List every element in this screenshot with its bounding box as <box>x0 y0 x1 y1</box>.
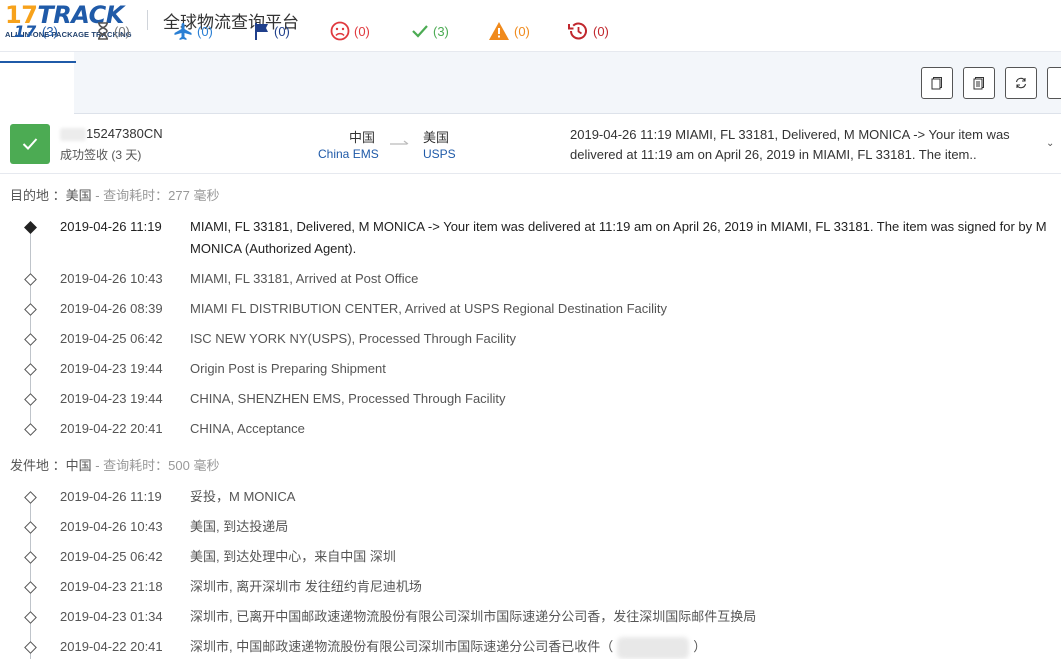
latest-event: 2019-04-26 11:19 MIAMI, FL 33181, Delive… <box>570 127 1010 162</box>
tab-pending-count: (0) <box>114 23 130 39</box>
event-description: 深圳市, 中国邮政速递物流股份有限公司深圳市国际速递分公司香已收件（ ） <box>190 636 1056 659</box>
event-description: MIAMI FL DISTRIBUTION CENTER, Arrived at… <box>190 301 668 316</box>
timeline-dot <box>24 423 37 436</box>
refresh-icon <box>1015 77 1027 89</box>
expand-chevron-icon[interactable]: ⌄ <box>1046 138 1054 149</box>
delivery-status-text: 成功签收 (3 天) <box>60 148 142 162</box>
tracking-number-suffix: 15247380CN <box>86 126 163 141</box>
event-time: 2019-04-25 06:42 <box>60 331 163 346</box>
sad-face-icon <box>330 21 350 41</box>
flag-icon <box>255 23 268 40</box>
origin-country: 中国 <box>349 130 376 145</box>
event-time: 2019-04-23 19:44 <box>60 361 163 376</box>
event-time: 2019-04-23 01:34 <box>60 609 163 624</box>
tab-delivered-count: (3) <box>433 23 449 39</box>
tab-undelivered-count: (0) <box>354 23 370 39</box>
timeline-dot <box>24 551 37 564</box>
status-tab-bar <box>0 52 1061 114</box>
event-description: ISC NEW YORK NY(USPS), Processed Through… <box>190 331 517 346</box>
hourglass-icon <box>98 22 108 40</box>
timeline-dot <box>24 641 37 654</box>
svg-text:17: 17 <box>14 22 37 40</box>
event-description: Origin Post is Preparing Shipment <box>190 361 386 376</box>
destination-carrier-link[interactable]: USPS <box>423 147 456 161</box>
tab-all[interactable]: 17 (3) <box>0 0 76 63</box>
event-time: 2019-04-23 19:44 <box>60 391 163 406</box>
timeline-dot <box>24 363 37 376</box>
event-description-prefix: 深圳市, 中国邮政速递物流股份有限公司深圳市国际速递分公司香已收件（ <box>190 639 614 654</box>
timeline-dot <box>24 491 37 504</box>
event-description: 美国, 到达投递局 <box>190 519 289 534</box>
tab-expired-count: (0) <box>593 23 609 39</box>
redacted-recipient <box>617 636 690 659</box>
event-time: 2019-04-26 11:19 <box>60 219 162 234</box>
refresh-button[interactable] <box>1005 67 1037 99</box>
warning-icon <box>489 22 509 40</box>
tracking-number[interactable]: 15247380CN <box>60 126 163 142</box>
tab-undelivered[interactable]: (0) <box>330 0 370 62</box>
event-time: 2019-04-26 11:19 <box>60 489 162 504</box>
event-description-suffix: ） <box>693 639 707 654</box>
copy-all-button[interactable] <box>963 67 995 99</box>
airplane-icon <box>174 23 192 40</box>
event-description: 深圳市, 已离开中国邮政速递物流股份有限公司深圳市国际速递分公司香，发往深圳国际… <box>190 609 757 624</box>
tab-pickup[interactable]: (0) <box>254 0 290 62</box>
event-time: 2019-04-22 20:41 <box>60 421 163 436</box>
timeline-dot <box>24 581 37 594</box>
tab-pickup-count: (0) <box>274 23 290 39</box>
origin-section-header: 发件地 ：中国 - 查询耗时：500 毫秒 <box>10 455 219 474</box>
tab-alert[interactable]: (0) <box>488 0 530 62</box>
tab-pending[interactable]: (0) <box>96 0 130 62</box>
destination-section-header: 目的地 ：美国 - 查询耗时：277 毫秒 <box>10 185 219 204</box>
more-button[interactable] <box>1047 67 1061 99</box>
tab-delivered[interactable]: (3) <box>411 0 449 62</box>
event-time: 2019-04-26 10:43 <box>60 271 163 286</box>
timeline-dot <box>24 333 37 346</box>
route-arrow-icon <box>390 140 409 145</box>
top-header: 17TRACK ALL-IN-ONE PACKAGE TRACKING 全球物流… <box>0 0 1061 52</box>
redacted-tracking-prefix <box>60 128 86 142</box>
delivered-status-badge <box>10 124 50 164</box>
event-time: 2019-04-26 08:39 <box>60 301 163 316</box>
timeline-dot <box>24 611 37 624</box>
destination-label: 目的地 ：美国 <box>10 188 92 203</box>
event-time: 2019-04-26 10:43 <box>60 519 163 534</box>
shipment-summary[interactable]: 15247380CN 成功签收 (3 天) 中国 China EMS 美国 US… <box>0 114 1061 174</box>
copy-button[interactable] <box>921 67 953 99</box>
event-description: MIAMI, FL 33181, Arrived at Post Office <box>190 271 419 286</box>
origin-label: 发件地 ：中国 <box>10 458 92 473</box>
tab-expired[interactable]: (0) <box>567 0 609 62</box>
event-description: 美国, 到达处理中心，来自中国 深圳 <box>190 549 396 564</box>
tab-in-transit-count: (0) <box>197 23 213 39</box>
copy-icon <box>931 77 942 90</box>
timeline-dot <box>24 521 37 534</box>
origin-carrier-link[interactable]: China EMS <box>318 147 379 161</box>
tab-in-transit[interactable]: (0) <box>173 0 213 62</box>
17-logo-icon: 17 <box>14 22 37 40</box>
tab-alert-count: (0) <box>514 23 530 39</box>
history-icon <box>568 22 587 40</box>
checkmark-icon <box>412 25 428 38</box>
header-divider <box>147 10 148 30</box>
destination-query-time: - 查询耗时：277 毫秒 <box>91 188 220 203</box>
event-time: 2019-04-25 06:42 <box>60 549 163 564</box>
timeline-dot <box>24 273 37 286</box>
event-time: 2019-04-22 20:41 <box>60 639 163 654</box>
origin-query-time: - 查询耗时：500 毫秒 <box>91 458 220 473</box>
event-time: 2019-04-23 21:18 <box>60 579 163 594</box>
tab-all-count: (3) <box>42 23 58 39</box>
event-description: MIAMI, FL 33181, Delivered, M MONICA -> … <box>190 219 1047 256</box>
event-description: 妥投，M MONICA <box>190 489 296 504</box>
timeline-dot <box>24 303 37 316</box>
checkmark-icon <box>22 138 38 150</box>
event-description: 深圳市, 离开深圳市 发往纽约肯尼迪机场 <box>190 579 422 594</box>
destination-country: 美国 <box>423 130 450 145</box>
event-description: CHINA, SHENZHEN EMS, Processed Through F… <box>190 391 506 406</box>
timeline-dot-filled <box>24 221 37 234</box>
event-description: CHINA, Acceptance <box>190 421 305 436</box>
copy-list-icon <box>973 77 984 90</box>
timeline-dot <box>24 393 37 406</box>
